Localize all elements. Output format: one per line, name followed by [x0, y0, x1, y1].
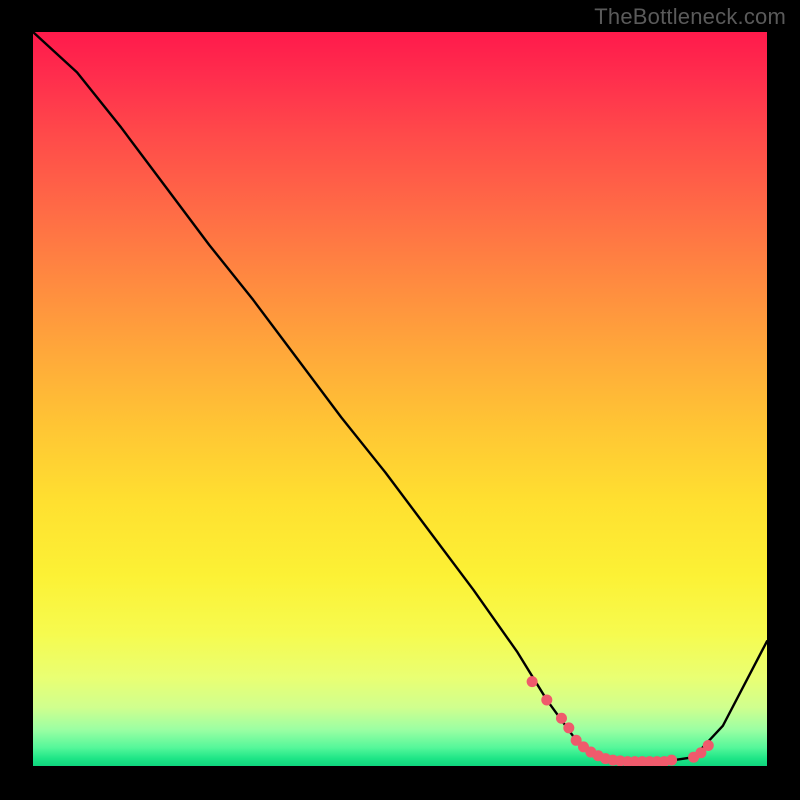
curve-marker-dot: [666, 755, 677, 766]
chart-plot-area: [33, 32, 767, 766]
curve-marker-dot: [563, 722, 574, 733]
curve-marker-dot: [703, 740, 714, 751]
curve-marker-dot: [541, 694, 552, 705]
curve-marker-dot: [556, 713, 567, 724]
curve-marker-dot: [527, 676, 538, 687]
curve-marker-group: [527, 676, 714, 766]
watermark-text: TheBottleneck.com: [594, 4, 786, 30]
chart-svg: [33, 32, 767, 766]
bottleneck-curve-line: [33, 32, 767, 762]
